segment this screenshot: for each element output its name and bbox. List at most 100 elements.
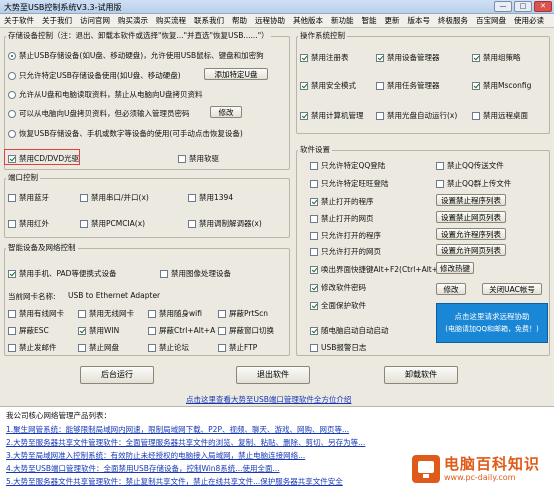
checkbox[interactable] [80,193,88,202]
checkbox[interactable] [472,81,480,90]
checkbox[interactable] [8,309,16,318]
soft-item[interactable]: 禁止打开的程序 [310,196,374,207]
checkbox[interactable] [310,343,318,352]
checkbox[interactable] [160,269,168,278]
os-item[interactable]: 禁用光盘自动运行(x) [376,110,457,121]
set-allow-program-button[interactable]: 设置允许程序列表 [436,228,506,240]
radio-button[interactable] [8,51,16,60]
port-pcmcia[interactable]: 禁用PCMCIA(x) [80,218,145,229]
checkbox[interactable] [310,283,318,292]
checkbox[interactable] [8,193,16,202]
product-link[interactable]: 1.聚生网管系统：能够限制局域网内网速，限制局域网下载、P2P、视频、聊天、游戏… [6,424,349,435]
soft-right-item[interactable]: 禁止QQ群上传文件 [436,178,511,189]
checkbox[interactable] [310,326,318,335]
os-item[interactable]: 禁用计算机管理 [300,110,364,121]
checkbox[interactable] [78,343,86,352]
checkbox[interactable] [300,53,308,62]
menu-item[interactable]: 帮助 [232,14,247,27]
modify-password-button[interactable]: 修改 [210,106,242,118]
uninstall-software-button[interactable]: 卸载软件 [384,366,458,384]
checkbox[interactable] [148,343,156,352]
soft-item[interactable]: 只允许打开的网页 [310,246,381,257]
menu-item[interactable]: 终极服务 [438,14,468,27]
checkbox[interactable] [218,309,226,318]
soft-item[interactable]: 修改软件密码 [310,282,366,293]
checkbox[interactable] [80,219,88,228]
cd-dvd-checkbox-row[interactable]: 禁用CD/DVD光驱 [8,153,79,164]
checkbox[interactable] [310,179,318,188]
checkbox[interactable] [376,111,384,120]
net-item[interactable]: 禁止论坛 [148,342,189,353]
net-item[interactable]: 禁止网盘 [78,342,119,353]
checkbox[interactable] [310,301,318,310]
checkbox[interactable] [218,343,226,352]
os-item[interactable]: 禁用设备管理器 [376,52,440,63]
checkbox[interactable] [178,154,186,163]
checkbox[interactable] [472,111,480,120]
set-allow-web-button[interactable]: 设置允许网页列表 [436,244,506,256]
menu-item[interactable]: 远程协助 [255,14,285,27]
radio-button[interactable] [8,71,16,80]
os-item[interactable]: 禁用安全模式 [300,80,356,91]
checkbox[interactable] [436,179,444,188]
os-item[interactable]: 禁用远程桌面 [472,110,528,121]
soft-item[interactable]: 全面保护软件 [310,300,366,311]
checkbox[interactable] [310,231,318,240]
port-infrared[interactable]: 禁用红外 [8,218,49,229]
minimize-icon[interactable]: — [494,1,512,12]
floppy-checkbox-row[interactable]: 禁用软驱 [178,153,219,164]
checkbox[interactable] [300,81,308,90]
product-intro-link[interactable]: 点击这里查看大势至USB端口管理软件全方位介绍 [186,394,351,405]
radio-button[interactable] [8,90,16,99]
soft-item[interactable]: 只允许打开的程序 [310,230,381,241]
checkbox[interactable] [436,161,444,170]
port-bluetooth[interactable]: 禁用蓝牙 [8,192,49,203]
smart-image-row[interactable]: 禁用图像处理设备 [160,268,231,279]
checkbox[interactable] [218,326,226,335]
product-link[interactable]: 4.大势至USB端口管理软件：全面禁用USB存储设备，控制Win8系统...使用… [6,463,280,474]
checkbox[interactable] [148,309,156,318]
net-item[interactable]: 禁用有线网卡 [8,308,64,319]
smart-phone-row[interactable]: 禁用手机、PAD等便携式设备 [8,268,116,279]
soft-item[interactable]: 唤出界面快捷键Alt+F2(Ctrl+Alt+) [310,264,441,275]
maximize-icon[interactable]: □ [514,1,532,12]
checkbox[interactable] [78,309,86,318]
storage-option-1[interactable]: 禁止USB存储设备(如U盘、移动硬盘)，允许使用USB鼠标、键盘和加密狗 [8,50,264,61]
modify-password-button-2[interactable]: 修改 [436,283,466,295]
radio-button[interactable] [8,109,16,118]
menu-item[interactable]: 购买演示 [118,14,148,27]
storage-option-3[interactable]: 允许从U盘和电脑读取资料，禁止从电脑向U盘拷贝资料 [8,89,202,100]
checkbox[interactable] [310,214,318,223]
close-icon[interactable]: ✕ [534,1,552,12]
os-item[interactable]: 禁用任务管理器 [376,80,440,91]
menu-item[interactable]: 智能 [362,14,377,27]
checkbox[interactable] [300,111,308,120]
menu-item[interactable]: 关于软件 [4,14,34,27]
port-1394[interactable]: 禁用1394 [188,192,233,203]
menu-item[interactable]: 联系我们 [194,14,224,27]
net-item[interactable]: 禁用无线网卡 [78,308,134,319]
checkbox[interactable] [310,161,318,170]
soft-item[interactable]: 只允许特定QQ登陆 [310,160,385,171]
net-item[interactable]: 屏蔽Ctrl+Alt+A [148,325,215,336]
menu-item[interactable]: 其他版本 [293,14,323,27]
soft-item[interactable]: 禁止打开的网页 [310,213,374,224]
menu-item[interactable]: 访问官网 [80,14,110,27]
storage-option-4[interactable]: 可以从电脑向U盘拷贝资料，但必须输入管理员密码 [8,108,190,119]
net-item[interactable]: 禁用WIN [78,325,119,336]
net-item[interactable]: 禁止FTP [218,342,257,353]
os-item[interactable]: 禁用Msconfig [472,80,531,91]
net-item[interactable]: 禁用随身wifi [148,308,202,319]
net-item[interactable]: 禁止发邮件 [8,342,57,353]
checkbox[interactable] [376,53,384,62]
soft-item[interactable]: 随电脑启动自动启动 [310,325,389,336]
soft-item[interactable]: 只允许特定旺旺登陆 [310,178,389,189]
menu-item[interactable]: 更新 [385,14,400,27]
checkbox[interactable] [78,326,86,335]
product-link[interactable]: 5.大势至服务器文件共享管理软件：禁止复制共享文件，禁止在线共享文件...保护服… [6,476,343,487]
menu-item[interactable]: 关于我们 [42,14,72,27]
checkbox[interactable] [8,269,16,278]
checkbox[interactable] [188,219,196,228]
storage-option-2[interactable]: 只允许特定USB存储设备使用(如U盘、移动硬盘) [8,70,181,81]
checkbox[interactable] [8,326,16,335]
